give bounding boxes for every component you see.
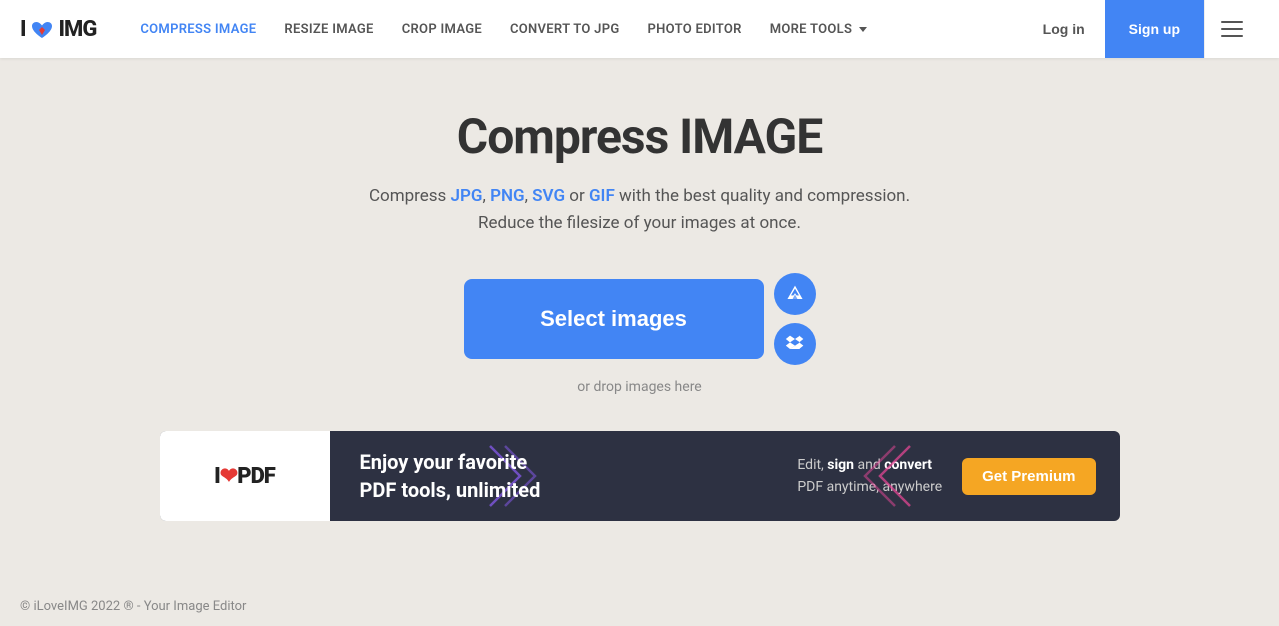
select-images-button[interactable]: Select images	[464, 279, 764, 359]
nav-links: COMPRESS IMAGE RESIZE IMAGE CROP IMAGE C…	[126, 0, 1022, 58]
format-gif: GIF	[589, 186, 615, 206]
ad-logo-section: I❤PDF	[160, 431, 330, 521]
upload-area: Select images	[464, 273, 816, 365]
signup-button[interactable]: Sign up	[1105, 0, 1204, 58]
format-jpg: JPG	[451, 186, 483, 206]
footer-text: © iLoveIMG 2022 ® - Your Image Editor	[20, 599, 246, 614]
page-title: Compress IMAGE	[457, 108, 822, 165]
nav-crop[interactable]: CROP IMAGE	[388, 0, 496, 58]
ad-headline-line1: Enjoy your favorite	[360, 448, 744, 476]
google-drive-icon	[785, 284, 805, 304]
subtitle-prefix: Compress	[369, 186, 451, 206]
chevron-down-icon	[859, 27, 867, 32]
logo-heart-icon	[31, 21, 53, 39]
hamburger-menu[interactable]	[1204, 0, 1259, 58]
navbar: I IMG COMPRESS IMAGE RESIZE IMAGE CROP I…	[0, 0, 1279, 58]
subtitle: Compress JPG, PNG, SVG or GIF with the b…	[369, 183, 910, 237]
dropbox-icon	[785, 334, 805, 354]
format-png: PNG	[490, 186, 525, 206]
ad-headline-line2: PDF tools, unlimited	[360, 476, 744, 504]
cloud-upload-buttons	[774, 273, 816, 365]
hamburger-line2	[1221, 28, 1243, 30]
ad-subtext-and: and	[854, 457, 884, 473]
ad-subtext-convert: convert	[884, 457, 932, 473]
nav-convert[interactable]: CONVERT TO JPG	[496, 0, 634, 58]
nav-compress[interactable]: COMPRESS IMAGE	[126, 0, 270, 58]
nav-resize[interactable]: RESIZE IMAGE	[270, 0, 387, 58]
subtitle-line2: Reduce the filesize of your images at on…	[478, 213, 801, 233]
ad-banner: I❤PDF Enjoy your favorite PDF tools, unl…	[160, 431, 1120, 521]
logo[interactable]: I IMG	[20, 17, 96, 42]
ad-subtext-pdf: PDF anytime, anywhere	[797, 479, 942, 495]
footer: © iLoveIMG 2022 ® - Your Image Editor	[0, 587, 1279, 626]
ad-subtext-sign: sign	[827, 457, 854, 473]
google-drive-upload-button[interactable]	[774, 273, 816, 315]
get-premium-button[interactable]: Get Premium	[962, 458, 1095, 495]
nav-photo[interactable]: PHOTO EDITOR	[634, 0, 756, 58]
format-svg: SVG	[532, 186, 565, 206]
hamburger-line3	[1221, 35, 1243, 37]
ad-subtext-edit: Edit,	[797, 457, 827, 473]
dropbox-upload-button[interactable]	[774, 323, 816, 365]
login-button[interactable]: Log in	[1023, 0, 1105, 58]
ad-subtext: Edit, sign and convert PDF anytime, anyw…	[797, 454, 942, 499]
nav-more-tools[interactable]: MORE TOOLS	[756, 0, 882, 58]
hamburger-line1	[1221, 21, 1243, 23]
ad-right: Edit, sign and convert PDF anytime, anyw…	[773, 454, 1119, 499]
drop-text: or drop images here	[577, 379, 701, 395]
nav-more-label: MORE TOOLS	[770, 22, 853, 37]
ad-content: Enjoy your favorite PDF tools, unlimited	[330, 448, 774, 504]
main-content: Compress IMAGE Compress JPG, PNG, SVG or…	[0, 58, 1279, 551]
nav-right: Log in Sign up	[1023, 0, 1259, 58]
ad-logo: I❤PDF	[214, 464, 275, 489]
logo-text: I IMG	[20, 17, 96, 42]
